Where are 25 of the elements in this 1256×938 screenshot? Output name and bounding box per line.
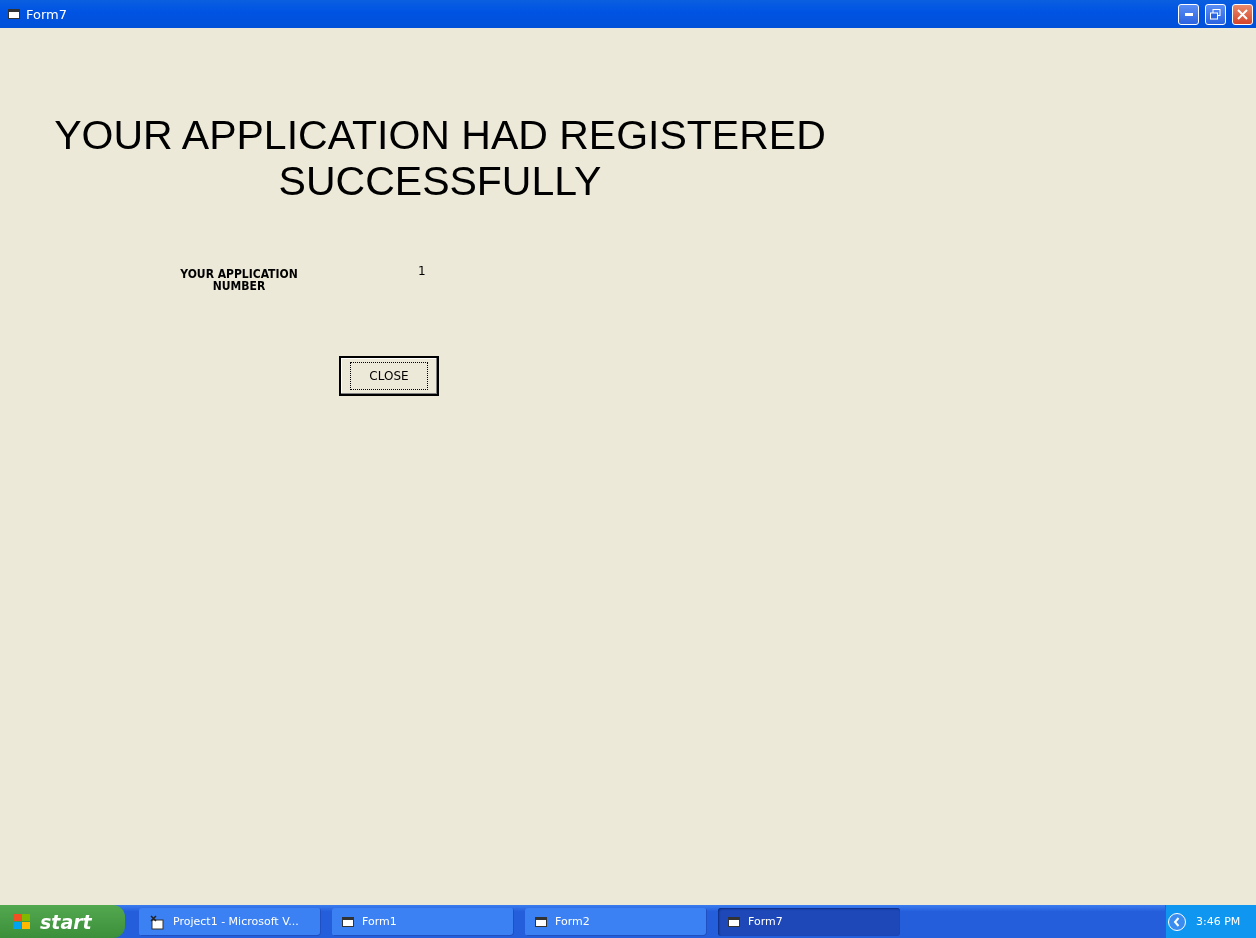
windows-logo-icon <box>12 912 32 931</box>
window-icon <box>728 916 740 927</box>
application-number-value: 1 <box>418 264 426 278</box>
start-button[interactable]: start <box>0 905 125 938</box>
window-title: Form7 <box>26 6 69 22</box>
clock: 3:46 PM <box>1196 915 1241 928</box>
minimize-button[interactable] <box>1178 3 1199 25</box>
window-icon <box>8 9 20 19</box>
minimize-icon <box>1184 12 1193 16</box>
heading: YOUR APPLICATION HAD REGISTERED <box>54 112 826 158</box>
window-icon <box>535 916 547 927</box>
close-icon <box>1237 8 1248 20</box>
taskbar-button[interactable]: Form7 <box>718 907 900 936</box>
close-button[interactable]: CLOSE <box>339 356 439 396</box>
app-icon <box>149 913 165 930</box>
chevron-icon[interactable] <box>1168 912 1186 931</box>
restore-button[interactable] <box>1205 3 1226 25</box>
taskbar-button[interactable]: Project1 - Microsoft V... <box>139 907 321 936</box>
close-window-button[interactable] <box>1232 3 1253 25</box>
application-number-label: YOUR APPLICATION NUMBER <box>179 268 299 292</box>
taskbar-button[interactable]: Form1 <box>332 907 514 936</box>
restore-icon <box>1210 8 1221 20</box>
taskbar-button[interactable]: Form2 <box>525 907 707 936</box>
window-icon <box>342 916 354 927</box>
heading: SUCCESSFULLY <box>278 158 602 204</box>
